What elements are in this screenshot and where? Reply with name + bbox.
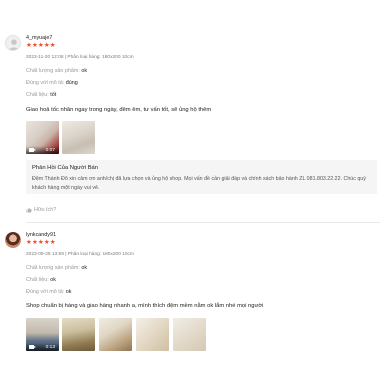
helpful-button[interactable]: Hữu ích? <box>26 207 56 213</box>
review-meta: 2023-11-20 12:08 | Phân loại hàng: 180x2… <box>26 55 134 60</box>
video-camera-icon <box>29 345 36 349</box>
attribute-material: Chất liệu: tốt <box>26 92 56 98</box>
review-image-thumbnail[interactable] <box>62 121 95 154</box>
attribute-key: Đúng với mô tả: <box>26 80 65 86</box>
review-image-thumbnail[interactable] <box>173 318 206 351</box>
video-duration-badge: 0:13 <box>26 343 59 351</box>
attribute-value: tốt <box>50 92 57 98</box>
attribute-key: Đúng với mô tả: <box>26 289 65 295</box>
seller-reply: Phản Hồi Của Người Bán Đệm Thành Đô xin … <box>26 160 377 194</box>
seller-reply-text: Đệm Thành Đô xin cảm ơn anh/chị đã lựa c… <box>32 176 366 191</box>
attribute-material: Chất liệu: ok <box>26 277 56 283</box>
review-meta: 2023-09-25 13:59 | Phân loại hàng: 180x2… <box>26 252 134 257</box>
review-comment: Shop chuẩn bị hàng và giao hàng nhanh a,… <box>26 303 264 309</box>
attribute-quality: Chất lượng sản phẩm: ok <box>26 68 87 74</box>
reviewer-username[interactable]: lynkcandy91 <box>26 232 56 238</box>
attribute-key: Chất lượng sản phẩm: <box>26 265 80 271</box>
attribute-value: đúng <box>65 80 78 86</box>
user-avatar[interactable] <box>5 232 21 248</box>
review-comment: Giao hoả tốc nhân ngay trong ngày, đêm ê… <box>26 107 212 113</box>
video-duration: 0:13 <box>45 344 55 350</box>
video-duration: 0:07 <box>45 147 55 153</box>
attribute-quality: Chất lượng sản phẩm: ok <box>26 265 87 271</box>
star-rating: ★★★★★ <box>26 239 56 246</box>
helpful-label: Hữu ích? <box>34 207 57 213</box>
attribute-key: Chất lượng sản phẩm: <box>26 68 80 74</box>
review-image-thumbnail[interactable] <box>136 318 169 351</box>
attribute-value: ok <box>50 277 56 283</box>
video-camera-icon <box>29 148 36 152</box>
review-video-thumbnail[interactable]: 0:13 <box>26 318 59 351</box>
review-image-thumbnail[interactable] <box>99 318 132 351</box>
thumbs-up-icon <box>26 207 32 213</box>
review-divider <box>26 222 380 223</box>
default-user-icon <box>8 39 20 50</box>
user-avatar[interactable] <box>5 35 21 51</box>
attribute-value: ok <box>81 68 88 74</box>
reviewer-username[interactable]: 4_myuaje7 <box>26 35 52 41</box>
attribute-key: Chất liệu: <box>26 92 49 98</box>
attribute-key: Chất liệu: <box>26 277 49 283</box>
review-video-thumbnail[interactable]: 0:07 <box>26 121 59 154</box>
attribute-value: ok <box>81 265 88 271</box>
attribute-description-match: Đúng với mô tả: ok <box>26 289 72 295</box>
seller-reply-title: Phản Hồi Của Người Bán <box>32 165 99 171</box>
review-image-thumbnail[interactable] <box>62 318 95 351</box>
attribute-description-match: Đúng với mô tả: đúng <box>26 80 78 86</box>
video-duration-badge: 0:07 <box>26 146 59 154</box>
star-rating: ★★★★★ <box>26 42 56 49</box>
attribute-value: ok <box>65 289 72 295</box>
